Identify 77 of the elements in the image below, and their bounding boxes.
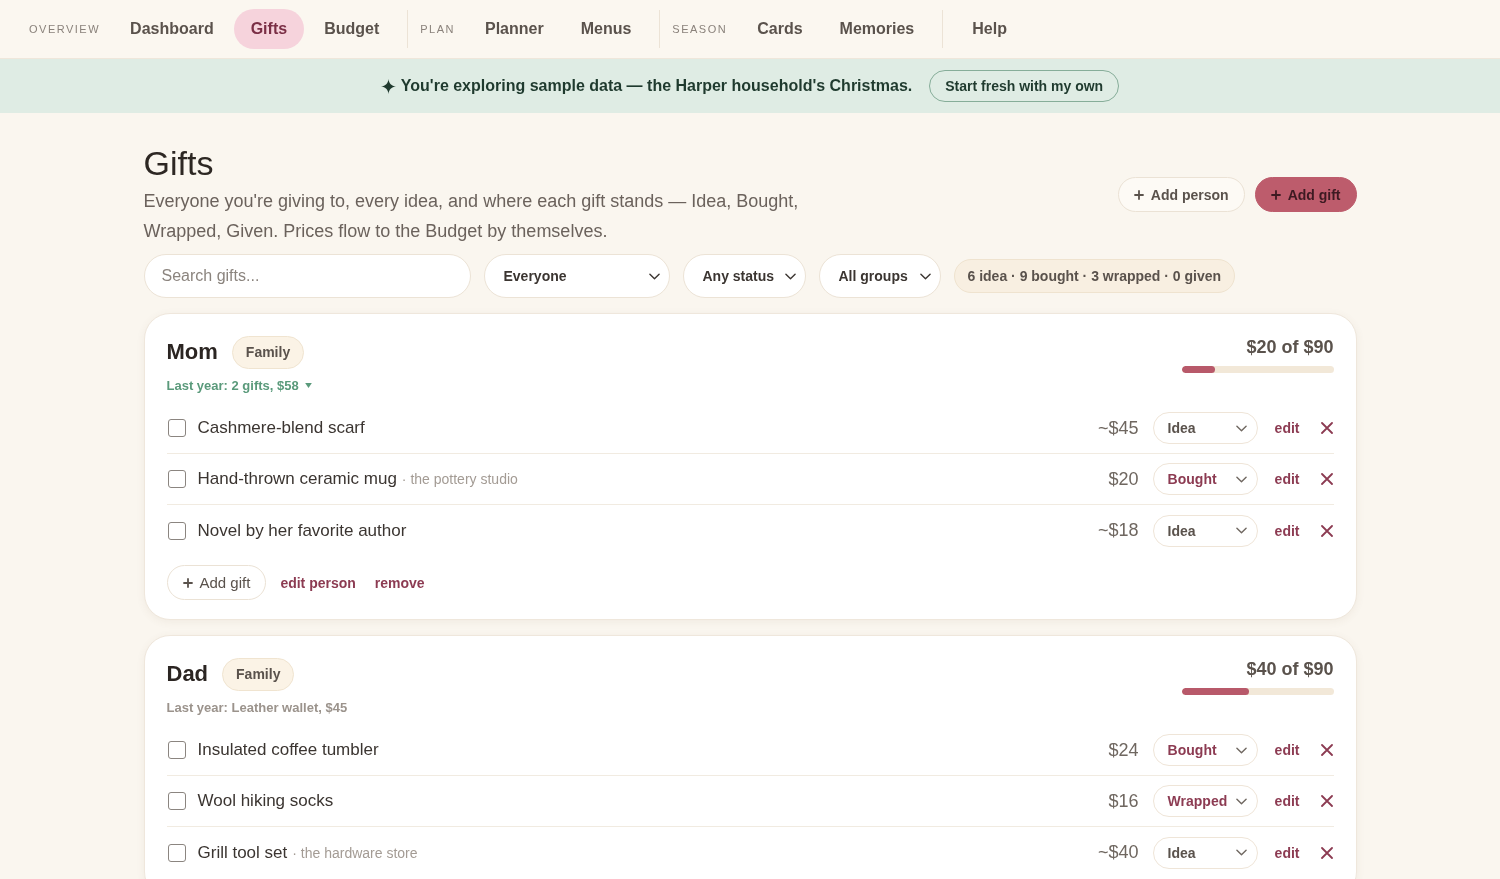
gift-checkbox[interactable] [167, 521, 186, 540]
add-gift-button[interactable]: Add gift [1254, 177, 1357, 212]
nav-group-label: OVERVIEW [29, 23, 101, 35]
gift-price: $20 [1108, 468, 1139, 490]
close-icon[interactable] [1320, 524, 1333, 537]
gift-name: Wool hiking socks [197, 791, 334, 811]
close-icon[interactable] [1320, 422, 1333, 434]
chevron-down-icon [1235, 475, 1247, 483]
chevron-down-icon [784, 272, 796, 280]
banner-message: You're exploring sample data — the Harper household's Christmas. [400, 77, 913, 95]
chevron-down-icon [919, 272, 931, 280]
group-tag: Family [231, 335, 305, 369]
gift-name: Cashmere-blend scarf [197, 418, 365, 438]
gift-price: ~$40 [1098, 842, 1139, 863]
gift-name: Grill tool set [197, 842, 288, 863]
person-name: Mom [166, 339, 218, 365]
search-field[interactable]: Search gifts... [143, 254, 471, 298]
gift-name: Insulated coffee tumbler [197, 740, 379, 760]
last-year-note: Last year: Leather wallet, $45 [166, 698, 348, 717]
close-icon[interactable] [1320, 744, 1333, 756]
plus-icon [1270, 189, 1281, 200]
edit-link[interactable]: edit [1274, 793, 1300, 809]
edit-link[interactable]: edit [1274, 522, 1300, 539]
person-link[interactable]: edit person [280, 574, 356, 591]
close-icon[interactable] [1320, 473, 1333, 485]
chevron-down-icon [1235, 849, 1247, 856]
add-person-button[interactable]: Add person [1117, 177, 1245, 212]
nav-tab[interactable]: Planner [468, 9, 561, 49]
gift-note: · the hardware store [292, 844, 418, 861]
close-icon[interactable] [1320, 846, 1333, 859]
chevron-down-icon [1235, 527, 1247, 534]
nav-tab[interactable]: Menus [563, 9, 649, 49]
chevron-down-icon [1235, 746, 1247, 754]
close-icon[interactable] [1320, 795, 1333, 807]
gift-name: Novel by her favorite author [197, 520, 407, 541]
page-title: Gifts [143, 143, 215, 183]
gift-checkbox[interactable] [167, 419, 186, 437]
budget-total: $20 of $90 [1246, 336, 1334, 358]
nav-tab[interactable]: Gifts [233, 9, 305, 49]
status-summary: 6 idea · 9 bought · 3 wrapped · 0 given [953, 259, 1236, 293]
nav-tab[interactable]: Dashboard [113, 9, 231, 49]
plus-icon [1133, 189, 1144, 200]
sparkle-icon [380, 78, 396, 94]
group-tag: Family [222, 657, 295, 691]
edit-link[interactable]: edit [1274, 742, 1300, 758]
nav-tab[interactable]: Help [955, 9, 1024, 49]
chevron-down-icon [648, 272, 660, 280]
gift-name: Hand-thrown ceramic mug [197, 469, 397, 489]
nav-tab[interactable]: Cards [740, 9, 820, 49]
nav-group-label: SEASON [672, 23, 728, 35]
chevron-down-icon [1235, 424, 1247, 432]
plus-icon [182, 577, 193, 588]
person-link[interactable]: remove [374, 574, 425, 591]
gift-price: ~$18 [1098, 520, 1139, 541]
filter-dropdown[interactable]: All groups [818, 254, 941, 298]
filter-dropdown[interactable]: Everyone [483, 254, 670, 298]
add-gift-button[interactable]: Add gift [166, 565, 267, 600]
edit-link[interactable]: edit [1274, 471, 1300, 487]
edit-link[interactable]: edit [1274, 844, 1300, 861]
gift-price: ~$45 [1098, 417, 1139, 439]
gift-checkbox[interactable] [167, 741, 186, 759]
edit-link[interactable]: edit [1274, 420, 1300, 436]
page-description: Everyone you're giving to, every idea, and where each gift stands — Idea, Bought, Wrapped, Given. Prices flow to the Budget by themselves. [143, 190, 800, 243]
person-name: Dad [166, 661, 209, 687]
nav-group-label: PLAN [420, 23, 455, 35]
caret-down-icon [304, 382, 312, 388]
nav-tab[interactable]: Memories [822, 9, 932, 49]
gift-price: $16 [1108, 790, 1139, 812]
budget-total: $40 of $90 [1246, 658, 1334, 680]
chevron-down-icon [1235, 797, 1247, 805]
gift-note: · the pottery studio [401, 471, 518, 487]
gift-price: $24 [1108, 739, 1139, 761]
gift-checkbox[interactable] [167, 843, 186, 862]
gift-checkbox[interactable] [167, 470, 186, 488]
gift-checkbox[interactable] [167, 792, 186, 810]
filter-dropdown[interactable]: Any status [682, 254, 806, 298]
nav-tab[interactable]: Budget [307, 9, 397, 49]
